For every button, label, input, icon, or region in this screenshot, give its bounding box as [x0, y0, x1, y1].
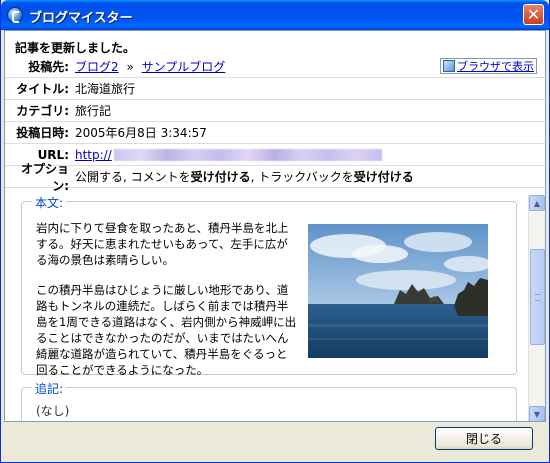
close-button[interactable]: 閉じる	[435, 427, 533, 450]
body-group: 本文: 岩内に下りて昼食を取ったあと、積丹半島を北上する。好天に恵まれたせいもあ…	[21, 194, 517, 377]
option-comment-accept: 受け付ける	[190, 170, 251, 184]
note-value: (なし)	[36, 404, 70, 418]
field-title: タイトル: 北海道旅行	[5, 78, 545, 100]
scrollbar-thumb[interactable]	[530, 249, 545, 345]
title-bar[interactable]: ブログマイスター ✕	[1, 0, 549, 30]
grip-icon	[535, 294, 541, 301]
field-value: http://	[75, 148, 545, 162]
breadcrumb-separator: »	[126, 60, 134, 74]
blurred-url[interactable]	[113, 149, 382, 161]
blog-app-icon	[7, 7, 23, 23]
coastline-photo	[308, 224, 488, 358]
dialog-window: ブログマイスター ✕ 記事を更新しました。 投稿先: ブログ2 » サンプルブロ…	[0, 0, 550, 463]
option-text: , トラックバックを	[250, 170, 354, 184]
field-label: オプション:	[20, 161, 69, 193]
field-label: タイトル:	[16, 82, 69, 96]
scroll-up-button[interactable]: ▲	[529, 195, 545, 211]
browser-icon	[443, 60, 455, 72]
field-datetime: 投稿日時: 2005年6月8日 3:34:57	[5, 122, 545, 144]
field-url: URL: http://	[5, 144, 545, 166]
note-group: 追記: (なし)	[21, 380, 517, 421]
option-text: , コメントを	[123, 170, 191, 184]
chevron-down-icon: ▼	[533, 409, 541, 419]
article-photo	[308, 224, 488, 358]
field-value: 旅行記	[75, 104, 112, 118]
close-icon: ✕	[526, 4, 541, 24]
field-category: カテゴリ: 旅行記	[5, 100, 545, 122]
field-label: 投稿先:	[28, 60, 69, 74]
blog-link[interactable]: ブログ2	[75, 60, 119, 74]
field-options: オプション: 公開する, コメントを受け付ける, トラックバックを受け付ける	[5, 162, 545, 193]
note-label: 追記:	[32, 380, 67, 397]
field-value: 2005年6月8日 3:34:57	[75, 126, 207, 140]
body-paragraph: この積丹半島はひじょうに厳しい地形であり、道路もトンネルの連続だ。しばらく前まで…	[36, 283, 297, 377]
field-label: カテゴリ:	[16, 104, 69, 118]
window-title: ブログマイスター	[29, 11, 133, 26]
scroll-down-button[interactable]: ▼	[529, 406, 545, 421]
open-in-browser-button[interactable]: ブラウザで表示	[440, 58, 537, 74]
post-url-link[interactable]: http://	[75, 148, 112, 162]
body-text: 岩内に下りて昼食を取ったあと、積丹半島を北上する。好天に恵まれたせいもあって、左…	[36, 220, 298, 392]
option-publish: 公開する	[75, 170, 124, 184]
field-label: 投稿日時:	[16, 126, 69, 140]
sample-blog-link[interactable]: サンプルブログ	[142, 60, 226, 74]
post-fields: 投稿先: ブログ2 » サンプルブログ ブラウザで表示 タイトル: 北海道旅行 …	[5, 56, 545, 193]
status-message: 記事を更新しました。	[15, 41, 136, 55]
field-post-to: 投稿先: ブログ2 » サンプルブログ ブラウザで表示	[5, 56, 545, 78]
chevron-up-icon: ▲	[533, 198, 541, 208]
field-value: 北海道旅行	[75, 82, 136, 96]
vertical-scrollbar[interactable]: ▲ ▼	[528, 195, 545, 421]
open-in-browser-label: ブラウザで表示	[457, 60, 534, 73]
content-panel: 記事を更新しました。 投稿先: ブログ2 » サンプルブログ ブラウザで表示 タ…	[4, 30, 546, 422]
body-paragraph: 岩内に下りて昼食を取ったあと、積丹半島を北上する。好天に恵まれたせいもあって、左…	[36, 221, 289, 267]
field-value: 公開する, コメントを受け付ける, トラックバックを受け付ける	[75, 168, 545, 185]
body-label: 本文:	[32, 194, 67, 211]
window-close-button[interactable]: ✕	[523, 4, 544, 25]
option-trackback-accept: 受け付ける	[353, 170, 414, 184]
